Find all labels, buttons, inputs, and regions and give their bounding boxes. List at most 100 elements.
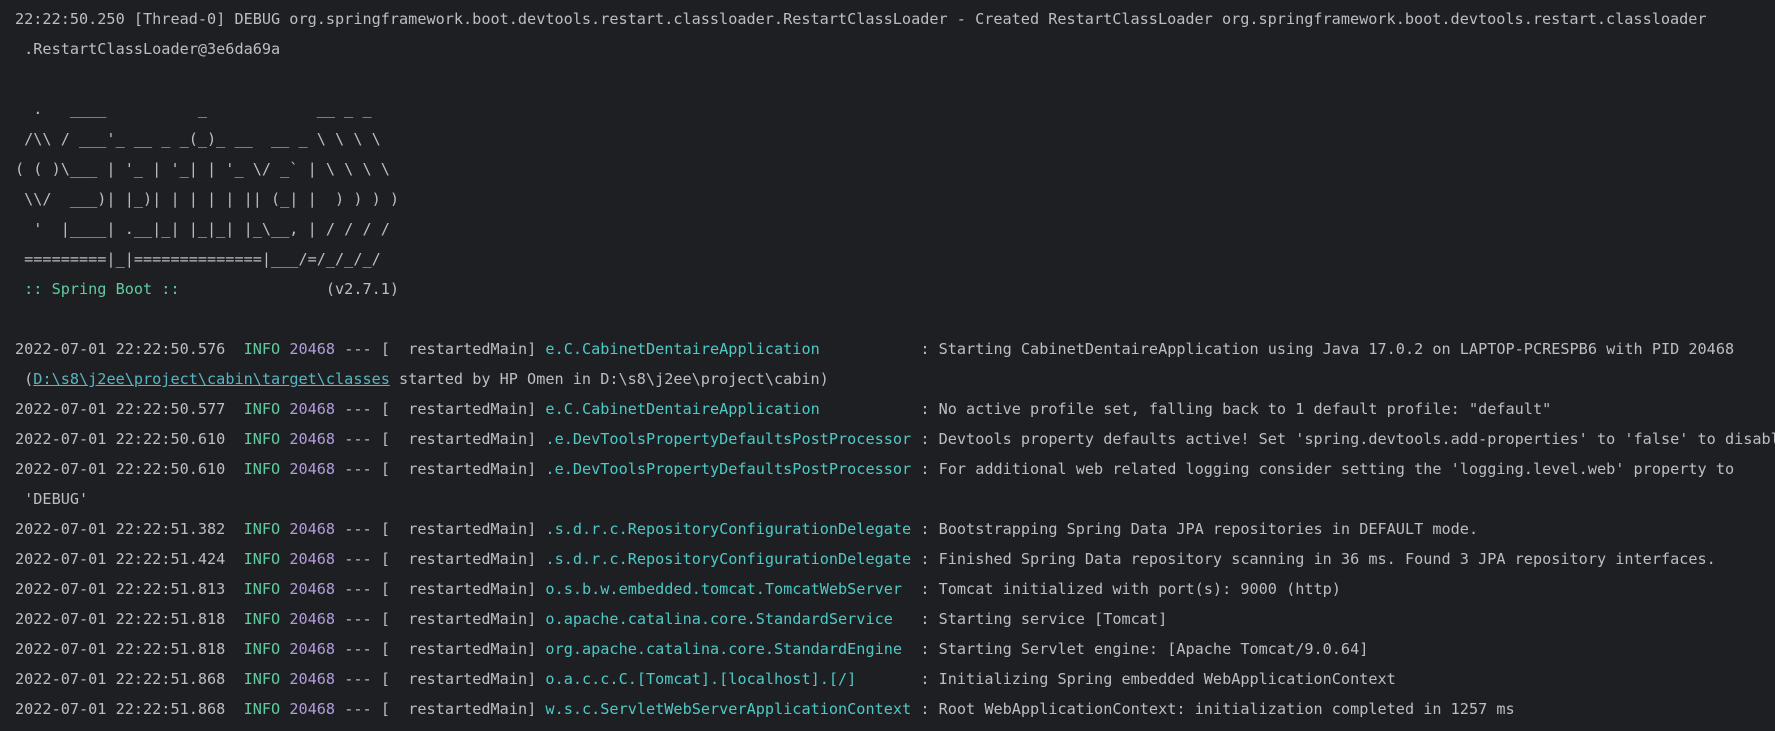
- log-thread: [ restartedMain]: [380, 640, 537, 658]
- log-thread: [ restartedMain]: [380, 520, 537, 538]
- spring-boot-version-line: :: Spring Boot :: (v2.7.1): [15, 274, 1775, 304]
- log-message: : Root WebApplicationContext: initializa…: [920, 700, 1515, 718]
- run-console-output[interactable]: 22:22:50.250 [Thread-0] DEBUG org.spring…: [0, 0, 1775, 731]
- banner-line: ( ( )\___ | '_ | '_| | '_ \/ _` | \ \ \ …: [15, 160, 390, 178]
- log-line: 2022-07-01 22:22:51.424 INFO 20468 --- […: [15, 544, 1775, 574]
- log-timestamp: 2022-07-01 22:22:51.424: [15, 550, 226, 568]
- log-line: 2022-07-01 22:22:51.868 INFO 20468 --- […: [15, 694, 1775, 724]
- log-pid: 20468: [289, 580, 336, 598]
- log-level: INFO: [243, 340, 281, 358]
- log-timestamp: 2022-07-01 22:22:50.610: [15, 430, 226, 448]
- log-message: : Starting Servlet engine: [Apache Tomca…: [920, 640, 1369, 658]
- log-separator: ---: [344, 340, 372, 358]
- spring-boot-version: (v2.7.1): [188, 280, 400, 298]
- log-separator: ---: [344, 550, 372, 568]
- log-logger: .e.DevToolsPropertyDefaultsPostProcessor: [545, 460, 912, 478]
- log-message: : Finished Spring Data repository scanni…: [920, 550, 1716, 568]
- log-level: INFO: [243, 580, 281, 598]
- log-message: : Bootstrapping Spring Data JPA reposito…: [920, 520, 1479, 538]
- log-level: INFO: [243, 700, 281, 718]
- log-line: 2022-07-01 22:22:50.610 INFO 20468 --- […: [15, 424, 1775, 454]
- log-message: : Devtools property defaults active! Set…: [920, 430, 1775, 448]
- log-line: 2022-07-01 22:22:50.610 INFO 20468 --- […: [15, 454, 1775, 484]
- log-thread: [ restartedMain]: [380, 610, 537, 628]
- debug-log-line: 22:22:50.250 [Thread-0] DEBUG org.spring…: [15, 4, 1775, 34]
- spring-boot-label: :: Spring Boot ::: [15, 280, 189, 298]
- log-timestamp: 2022-07-01 22:22:50.576: [15, 340, 226, 358]
- log-pid: 20468: [289, 640, 336, 658]
- log-message-wrap: started by HP Omen in D:\s8\j2ee\project…: [389, 370, 829, 388]
- log-thread: [ restartedMain]: [380, 340, 537, 358]
- log-timestamp: 2022-07-01 22:22:50.577: [15, 400, 226, 418]
- log-pid: 20468: [289, 520, 336, 538]
- banner-line: =========|_|==============|___/=/_/_/_/: [15, 250, 381, 268]
- log-timestamp: 2022-07-01 22:22:50.610: [15, 460, 226, 478]
- log-level: INFO: [243, 460, 281, 478]
- debug-log-text: 22:22:50.250 [Thread-0] DEBUG org.spring…: [15, 10, 1707, 28]
- classpath-link[interactable]: D:\s8\j2ee\project\cabin\target\classes: [33, 370, 390, 388]
- log-logger: org.apache.catalina.core.StandardEngine: [545, 640, 912, 658]
- log-logger: o.a.c.c.C.[Tomcat].[localhost].[/]: [545, 670, 912, 688]
- log-thread: [ restartedMain]: [380, 670, 537, 688]
- log-line-wrap: (D:\s8\j2ee\project\cabin\target\classes…: [15, 370, 829, 388]
- log-message: : For additional web related logging con…: [920, 460, 1735, 478]
- banner-line: . ____ _ __ _ _: [15, 100, 372, 118]
- log-line: 2022-07-01 22:22:51.868 INFO 20468 --- […: [15, 664, 1775, 694]
- log-pid: 20468: [289, 400, 336, 418]
- log-level: INFO: [243, 640, 281, 658]
- log-thread: [ restartedMain]: [380, 580, 537, 598]
- log-line: 2022-07-01 22:22:51.382 INFO 20468 --- […: [15, 514, 1775, 544]
- debug-log-text-wrap: .RestartClassLoader@3e6da69a: [15, 40, 281, 58]
- log-timestamp: 2022-07-01 22:22:51.818: [15, 640, 226, 658]
- log-message: : Initializing Spring embedded WebApplic…: [920, 670, 1396, 688]
- log-timestamp: 2022-07-01 22:22:51.868: [15, 700, 226, 718]
- log-pid: 20468: [289, 550, 336, 568]
- debug-log-line-wrap: .RestartClassLoader@3e6da69a: [15, 34, 1775, 64]
- log-thread: [ restartedMain]: [380, 430, 537, 448]
- log-logger: e.C.CabinetDentaireApplication: [545, 340, 912, 358]
- banner-line: ' |____| .__|_| |_|_| |_\__, | / / / /: [15, 220, 390, 238]
- log-separator: ---: [344, 460, 372, 478]
- banner-line: \\/ ___)| |_)| | | | | || (_| | ) ) ) ): [15, 190, 400, 208]
- log-pid: 20468: [289, 610, 336, 628]
- log-level: INFO: [243, 520, 281, 538]
- banner-line: /\\ / ___'_ __ _ _(_)_ __ __ _ \ \ \ \: [15, 130, 381, 148]
- log-timestamp: 2022-07-01 22:22:51.868: [15, 670, 226, 688]
- log-line: 2022-07-01 22:22:50.577 INFO 20468 --- […: [15, 394, 1775, 424]
- log-pid: 20468: [289, 700, 336, 718]
- log-separator: ---: [344, 610, 372, 628]
- log-separator: ---: [344, 670, 372, 688]
- log-separator: ---: [344, 400, 372, 418]
- log-logger: .s.d.r.c.RepositoryConfigurationDelegate: [545, 520, 912, 538]
- log-level: INFO: [243, 430, 281, 448]
- log-separator: ---: [344, 700, 372, 718]
- log-separator: ---: [344, 520, 372, 538]
- log-logger: .s.d.r.c.RepositoryConfigurationDelegate: [545, 550, 912, 568]
- log-level: INFO: [243, 400, 281, 418]
- log-logger: w.s.c.ServletWebServerApplicationContext: [545, 700, 912, 718]
- log-message: : Starting service [Tomcat]: [920, 610, 1168, 628]
- log-thread: [ restartedMain]: [380, 700, 537, 718]
- log-line: 2022-07-01 22:22:51.818 INFO 20468 --- […: [15, 634, 1775, 664]
- log-level: INFO: [243, 670, 281, 688]
- log-message: : No active profile set, falling back to…: [920, 400, 1552, 418]
- log-thread: [ restartedMain]: [380, 460, 537, 478]
- log-line-wrap: 'DEBUG': [15, 484, 1775, 514]
- log-logger: e.C.CabinetDentaireApplication: [545, 400, 912, 418]
- log-message: : Starting CabinetDentaireApplication us…: [920, 340, 1735, 358]
- log-level: INFO: [243, 610, 281, 628]
- log-separator: ---: [344, 430, 372, 448]
- log-line: 2022-07-01 22:22:50.576 INFO 20468 --- […: [15, 334, 1775, 364]
- log-pid: 20468: [289, 430, 336, 448]
- log-logger: .e.DevToolsPropertyDefaultsPostProcessor: [545, 430, 912, 448]
- log-pid: 20468: [289, 340, 336, 358]
- log-message-wrap: 'DEBUG': [15, 490, 89, 508]
- log-pid: 20468: [289, 460, 336, 478]
- log-timestamp: 2022-07-01 22:22:51.818: [15, 610, 226, 628]
- log-logger: o.s.b.w.embedded.tomcat.TomcatWebServer: [545, 580, 912, 598]
- log-separator: ---: [344, 640, 372, 658]
- log-line: 2022-07-01 22:22:51.818 INFO 20468 --- […: [15, 604, 1775, 634]
- log-timestamp: 2022-07-01 22:22:51.813: [15, 580, 226, 598]
